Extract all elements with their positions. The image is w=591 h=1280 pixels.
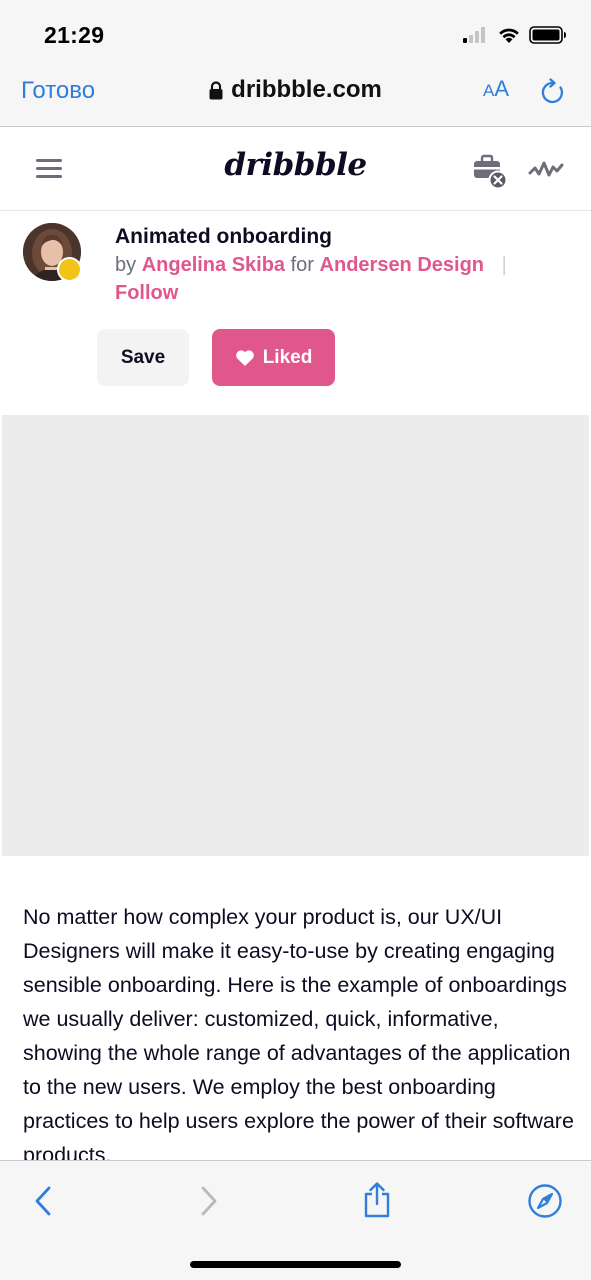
- save-button-label: Save: [120, 346, 166, 368]
- back-chevron-icon[interactable]: [32, 1185, 54, 1217]
- byline-separator: |: [501, 254, 507, 276]
- status-time: 21:29: [44, 22, 105, 48]
- by-label: by: [115, 254, 137, 276]
- cellular-signal-icon: [463, 27, 485, 43]
- byline: by Angelina Skiba for Andersen Design |: [115, 254, 507, 277]
- browser-top-bar: Готово dribbble.com AA: [0, 64, 591, 127]
- wifi-icon: [499, 28, 519, 43]
- status-icons: [463, 24, 567, 46]
- team-link[interactable]: Andersen Design: [320, 254, 484, 276]
- for-label: for: [290, 254, 314, 276]
- text-size-large-label: A: [494, 76, 510, 101]
- save-button[interactable]: Save: [97, 329, 189, 386]
- text-size-small-label: A: [483, 81, 495, 100]
- follow-link[interactable]: Follow: [115, 282, 178, 305]
- lock-icon: [209, 80, 223, 99]
- shot-title: Animated onboarding: [115, 225, 332, 248]
- battery-icon: [529, 26, 566, 44]
- shot-header: Animated onboarding by Angelina Skiba fo…: [0, 211, 591, 415]
- compass-icon[interactable]: [527, 1183, 563, 1219]
- status-bar: 21:29: [0, 0, 591, 64]
- heart-icon: [235, 349, 254, 366]
- forward-chevron-icon[interactable]: [198, 1185, 220, 1217]
- author-link[interactable]: Angelina Skiba: [142, 254, 285, 276]
- home-indicator[interactable]: [190, 1261, 401, 1268]
- shot-description: No matter how complex your product is, o…: [23, 905, 574, 1160]
- site-header: dribbble: [0, 127, 591, 211]
- url-text: dribbble.com: [231, 76, 382, 103]
- liked-button-label: Liked: [262, 346, 313, 368]
- pro-badge-icon: [57, 257, 82, 282]
- liked-button[interactable]: Liked: [212, 329, 335, 386]
- activity-icon[interactable]: [528, 157, 564, 181]
- browser-bottom-bar: [0, 1160, 591, 1280]
- text-size-button[interactable]: AA: [483, 76, 509, 102]
- share-icon[interactable]: [362, 1181, 392, 1219]
- briefcase-icon[interactable]: [472, 153, 510, 189]
- reload-icon[interactable]: [540, 78, 566, 106]
- shot-media[interactable]: [2, 415, 589, 856]
